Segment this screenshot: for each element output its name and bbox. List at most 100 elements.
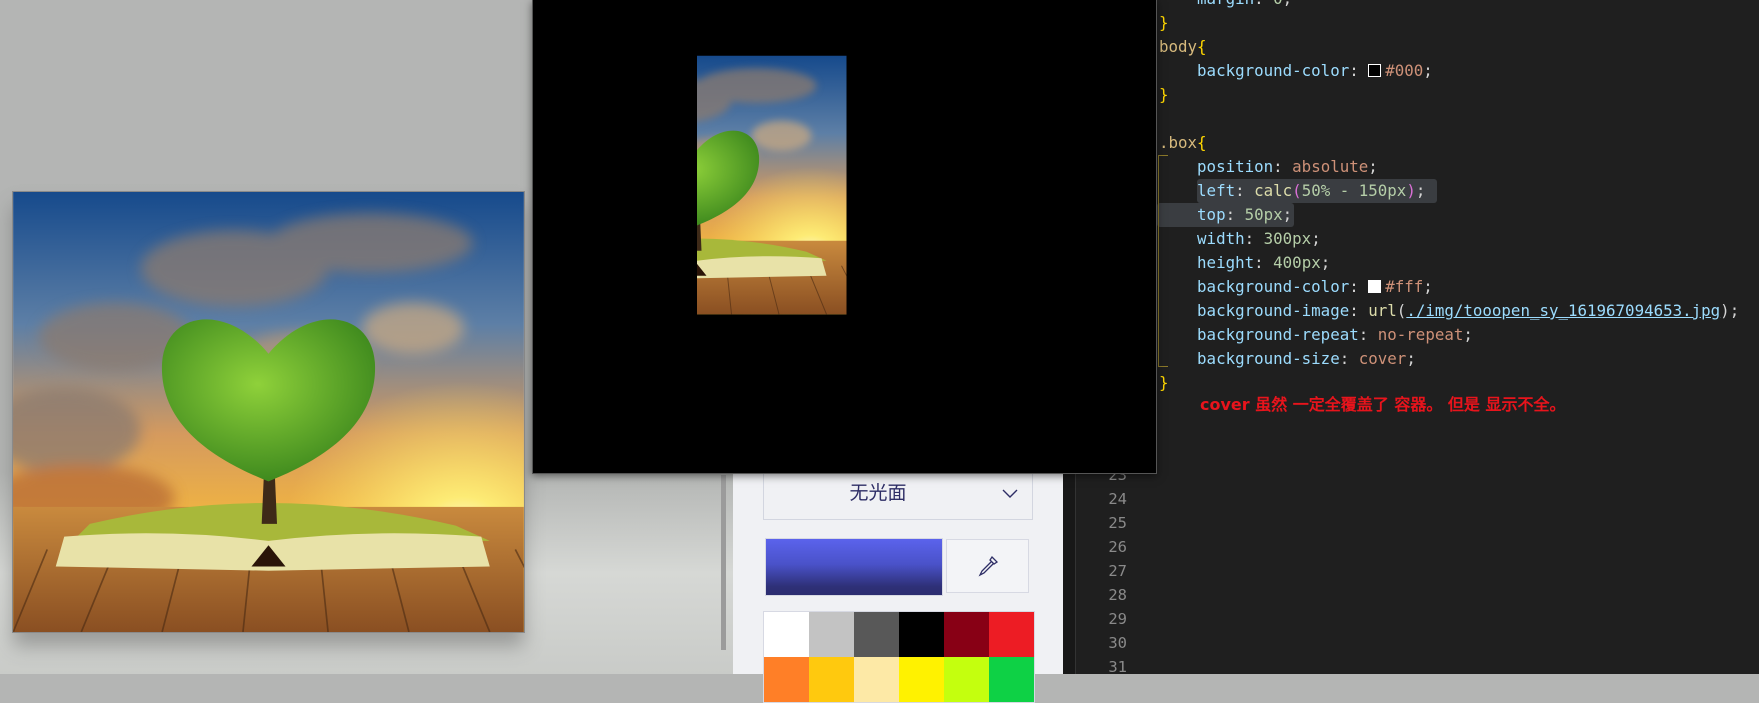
code-line: .box{: [1159, 131, 1739, 155]
line-number: 31: [1108, 658, 1127, 676]
code-token: .box: [1159, 133, 1198, 152]
code-token: calc: [1254, 181, 1293, 200]
code-token: background-color: [1197, 277, 1350, 296]
code-token: ./img/tooopen_sy_161967094653.jpg: [1406, 301, 1721, 320]
code-token: background-size: [1197, 349, 1340, 368]
palette-color[interactable]: [764, 612, 809, 657]
code-token: width: [1197, 229, 1245, 248]
palette-color[interactable]: [989, 612, 1034, 657]
code-token: ): [1720, 301, 1730, 320]
code-token: height: [1197, 253, 1255, 272]
chevron-down-icon: [1002, 489, 1018, 498]
code-token: absolute: [1292, 157, 1369, 176]
line-number: 24: [1108, 490, 1127, 508]
code-token: 50% - 150px: [1301, 181, 1407, 200]
code-content[interactable]: margin: 0;}body{ background-color: #000;…: [1159, 0, 1739, 395]
line-number: 30: [1108, 634, 1127, 652]
code-token: body: [1159, 37, 1198, 56]
finish-dropdown-label: 无光面: [849, 482, 907, 504]
code-token: }: [1159, 373, 1169, 392]
code-token: :: [1244, 229, 1264, 248]
code-token: :: [1273, 157, 1293, 176]
code-token: {: [1197, 133, 1207, 152]
palette-color[interactable]: [899, 612, 944, 657]
palette-color[interactable]: [899, 657, 944, 702]
code-token: ;: [1423, 277, 1433, 296]
code-token: }: [1159, 13, 1169, 32]
code-line: background-color: #000;: [1159, 59, 1739, 83]
code-line: margin: 0;: [1159, 0, 1739, 11]
code-token: ;: [1282, 205, 1293, 224]
browser-preview-window: [532, 0, 1157, 474]
code-token: margin: [1197, 0, 1254, 8]
current-color-swatch[interactable]: [765, 538, 943, 596]
code-token: ;: [1311, 229, 1321, 248]
code-line: }: [1159, 11, 1739, 35]
code-token: ;: [1463, 325, 1473, 344]
code-line: body{: [1159, 35, 1739, 59]
code-line: left: calc(50% - 150px);: [1159, 179, 1739, 203]
code-line: width: 300px;: [1159, 227, 1739, 251]
palette-color[interactable]: [944, 612, 989, 657]
line-number: 28: [1108, 586, 1127, 604]
palette-color[interactable]: [809, 612, 854, 657]
code-token: :: [1358, 325, 1378, 344]
palette-color[interactable]: [809, 657, 854, 702]
line-number: 27: [1108, 562, 1127, 580]
eyedropper-icon: [978, 555, 998, 577]
code-token: background-image: [1197, 301, 1350, 320]
code-token: 50px: [1244, 205, 1283, 224]
code-token: 300px: [1263, 229, 1312, 248]
code-line: position: absolute;: [1159, 155, 1739, 179]
code-token: 0: [1273, 0, 1283, 8]
color-preview-icon[interactable]: [1368, 64, 1382, 77]
code-line: background-color: #fff;: [1159, 275, 1739, 299]
code-token: {: [1197, 37, 1207, 56]
box-element: [697, 45, 996, 445]
code-token: position: [1197, 157, 1274, 176]
code-token: no-repeat: [1377, 325, 1464, 344]
code-line: background-image: url(./img/tooopen_sy_1…: [1159, 299, 1739, 323]
code-line: top: 50px;: [1159, 203, 1739, 227]
palette-color[interactable]: [854, 612, 899, 657]
preview-image: [12, 191, 525, 633]
palette-color[interactable]: [944, 657, 989, 702]
palette-color[interactable]: [764, 657, 809, 702]
line-number: 25: [1108, 514, 1127, 532]
line-number: 26: [1108, 538, 1127, 556]
code-line: background-size: cover;: [1159, 347, 1739, 371]
code-token: url: [1368, 301, 1397, 320]
code-token: ): [1406, 181, 1416, 200]
code-token: background-color: [1197, 61, 1350, 80]
code-token: :: [1349, 61, 1369, 80]
scrollbar[interactable]: [721, 475, 726, 650]
code-token: ;: [1415, 181, 1426, 200]
code-token: :: [1349, 301, 1369, 320]
code-token: ;: [1729, 301, 1740, 320]
eyedropper-button[interactable]: [946, 539, 1029, 593]
code-token: #000: [1385, 61, 1424, 80]
color-palette: [763, 611, 1035, 703]
color-preview-icon[interactable]: [1368, 280, 1382, 293]
code-token: 400px: [1273, 253, 1321, 272]
code-token: #fff: [1385, 277, 1424, 296]
code-token: }: [1159, 85, 1169, 104]
heart-tree-photo: [13, 192, 524, 632]
code-token: cover: [1358, 349, 1407, 368]
palette-color[interactable]: [854, 657, 899, 702]
code-token: :: [1339, 349, 1359, 368]
palette-color[interactable]: [989, 657, 1034, 702]
code-line: }: [1159, 83, 1739, 107]
